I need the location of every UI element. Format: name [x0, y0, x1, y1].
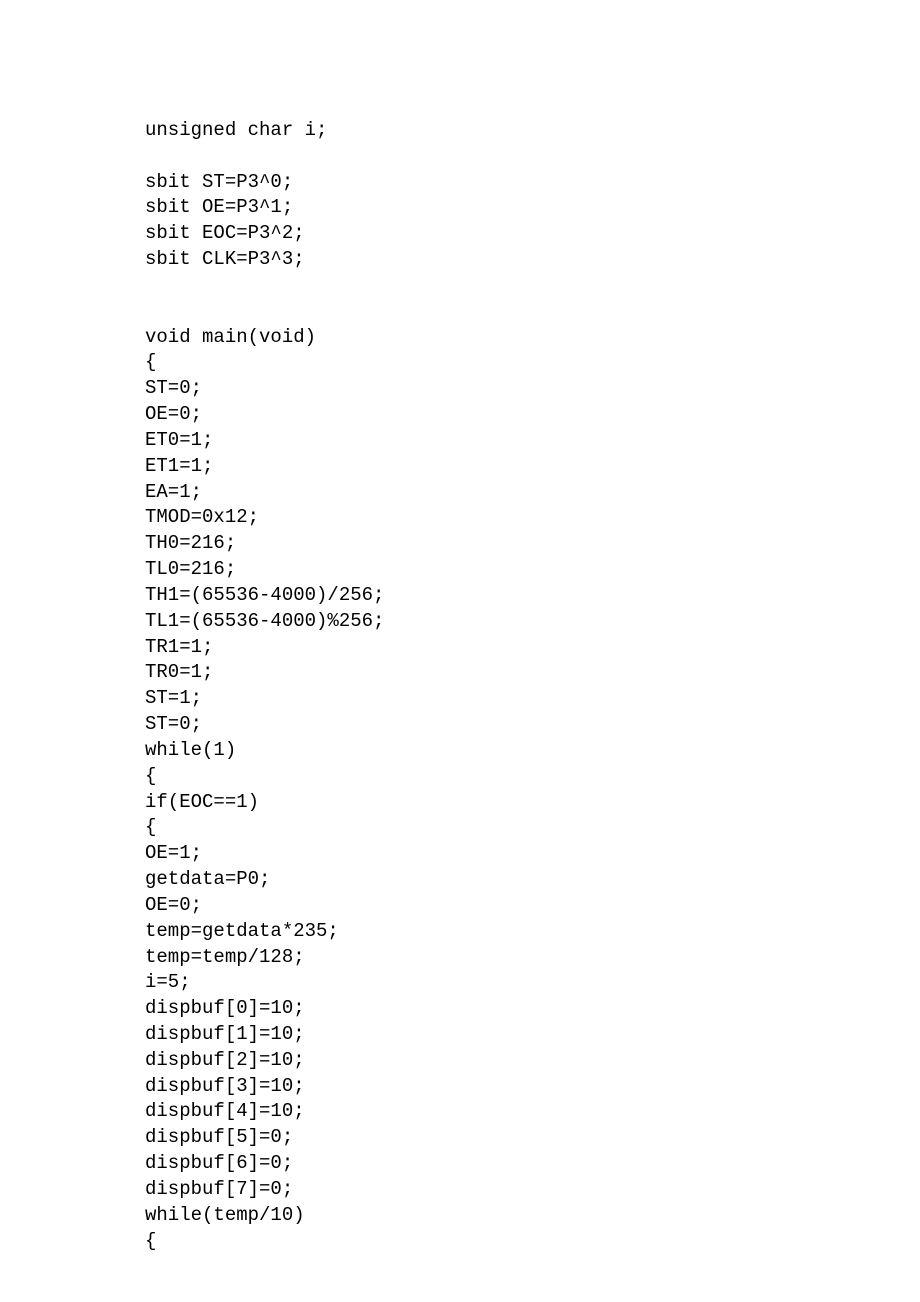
code-line: ST=0; [145, 376, 920, 402]
document-page: unsigned char i; sbit ST=P3^0;sbit OE=P3^… [0, 0, 920, 1254]
code-line: sbit OE=P3^1; [145, 195, 920, 221]
code-line [145, 299, 920, 325]
code-line: dispbuf[2]=10; [145, 1048, 920, 1074]
code-block: unsigned char i; sbit ST=P3^0;sbit OE=P3^… [145, 118, 920, 1254]
code-line: sbit ST=P3^0; [145, 170, 920, 196]
code-line: dispbuf[1]=10; [145, 1022, 920, 1048]
code-line: ST=0; [145, 712, 920, 738]
code-line: i=5; [145, 970, 920, 996]
code-line: void main(void) [145, 325, 920, 351]
code-line: TL0=216; [145, 557, 920, 583]
code-line: ET0=1; [145, 428, 920, 454]
code-line: sbit CLK=P3^3; [145, 247, 920, 273]
code-line: ET1=1; [145, 454, 920, 480]
code-line: TR1=1; [145, 635, 920, 661]
code-line: { [145, 1229, 920, 1255]
code-line: while(1) [145, 738, 920, 764]
code-line: { [145, 764, 920, 790]
code-line: dispbuf[6]=0; [145, 1151, 920, 1177]
code-line: sbit EOC=P3^2; [145, 221, 920, 247]
code-line: getdata=P0; [145, 867, 920, 893]
code-line: TH1=(65536-4000)/256; [145, 583, 920, 609]
code-line: while(temp/10) [145, 1203, 920, 1229]
code-line: { [145, 350, 920, 376]
code-line: OE=1; [145, 841, 920, 867]
code-line: if(EOC==1) [145, 790, 920, 816]
code-line [145, 273, 920, 299]
code-line: dispbuf[3]=10; [145, 1074, 920, 1100]
code-line: temp=temp/128; [145, 945, 920, 971]
code-line: TR0=1; [145, 660, 920, 686]
code-line: TMOD=0x12; [145, 505, 920, 531]
code-line: temp=getdata*235; [145, 919, 920, 945]
code-line: dispbuf[4]=10; [145, 1099, 920, 1125]
code-line: unsigned char i; [145, 118, 920, 144]
code-line: OE=0; [145, 893, 920, 919]
code-line: EA=1; [145, 480, 920, 506]
code-line: dispbuf[7]=0; [145, 1177, 920, 1203]
code-line: TL1=(65536-4000)%256; [145, 609, 920, 635]
code-line: ST=1; [145, 686, 920, 712]
code-line: { [145, 815, 920, 841]
code-line: TH0=216; [145, 531, 920, 557]
code-line: OE=0; [145, 402, 920, 428]
code-line: dispbuf[5]=0; [145, 1125, 920, 1151]
code-line: dispbuf[0]=10; [145, 996, 920, 1022]
code-line [145, 144, 920, 170]
